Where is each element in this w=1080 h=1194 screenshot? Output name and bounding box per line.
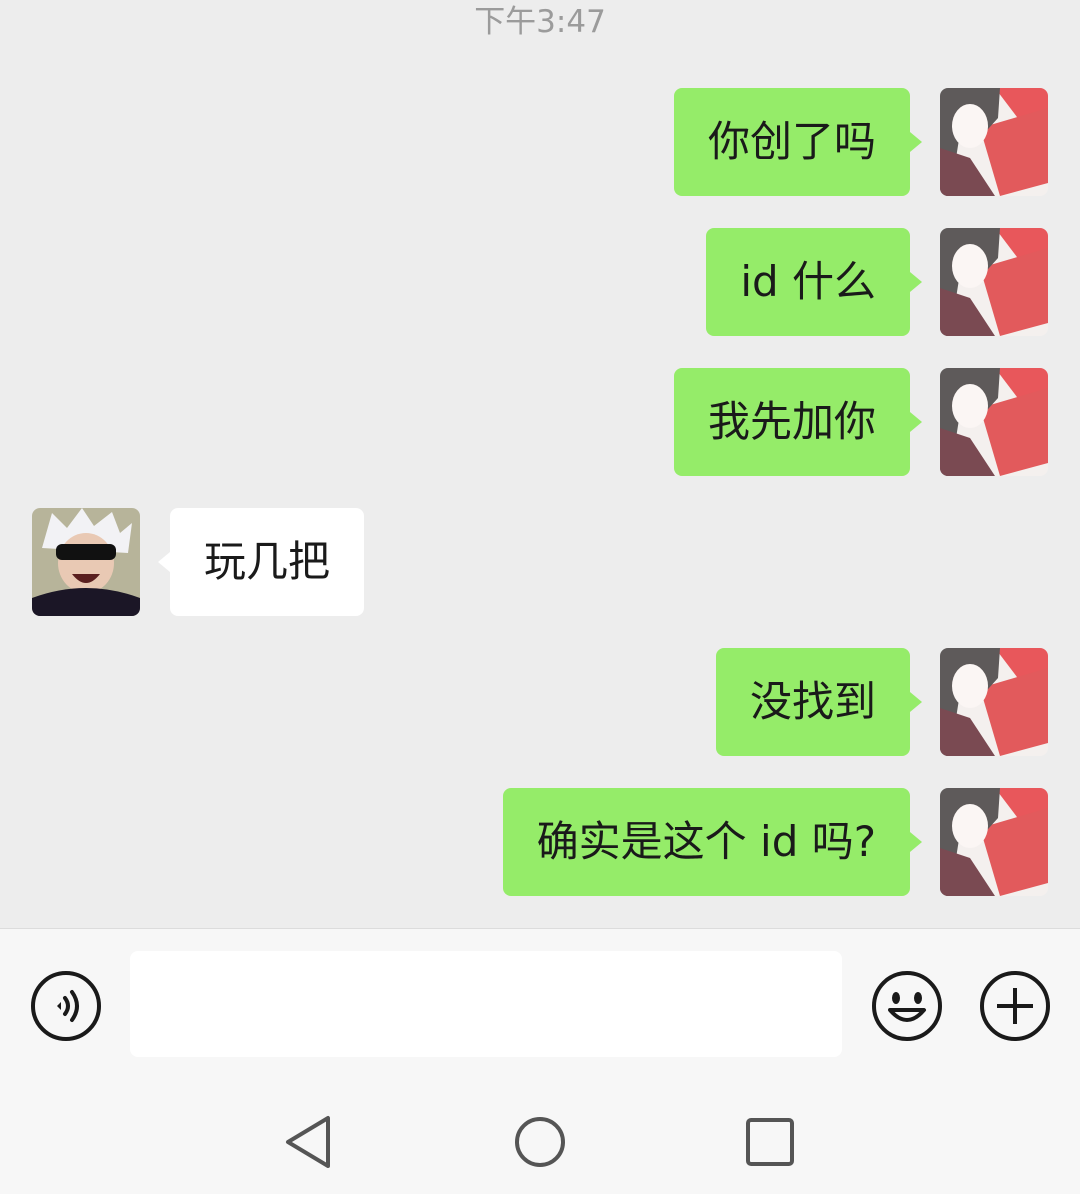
message-input[interactable] [130, 951, 842, 1057]
message-timestamp: 下午3:47 [474, 4, 606, 40]
contact-avatar[interactable] [32, 508, 140, 616]
my-avatar[interactable] [940, 368, 1048, 476]
message-row: 你创了吗 [0, 88, 1080, 196]
plus-icon[interactable] [979, 970, 1051, 1042]
my-avatar[interactable] [940, 88, 1048, 196]
input-toolbar [0, 928, 1080, 1085]
my-avatar[interactable] [940, 788, 1048, 896]
my-avatar[interactable] [940, 648, 1048, 756]
message-row: 玩几把 [0, 508, 1080, 616]
sent-message-bubble[interactable]: 确实是这个 id 吗? [502, 788, 923, 896]
sent-message-bubble[interactable]: id 什么 [706, 228, 922, 336]
nav-back-icon[interactable] [280, 1112, 340, 1172]
message-row: 我先加你 [0, 368, 1080, 476]
chat-area[interactable]: 下午3:47 你创了吗 id 什么 我先加你 玩几把 没找到 确实是这个 id … [0, 0, 1080, 928]
nav-home-icon[interactable] [510, 1112, 570, 1172]
message-row: id 什么 [0, 228, 1080, 336]
message-row: 确实是这个 id 吗? [0, 788, 1080, 896]
voice-icon[interactable] [30, 970, 102, 1042]
received-message-bubble[interactable]: 玩几把 [157, 508, 365, 616]
sent-message-bubble[interactable]: 我先加你 [673, 368, 923, 476]
nav-recents-icon[interactable] [740, 1112, 800, 1172]
system-navigation-bar [0, 1084, 1080, 1194]
my-avatar[interactable] [940, 228, 1048, 336]
sent-message-bubble[interactable]: 你创了吗 [673, 88, 923, 196]
sent-message-bubble[interactable]: 没找到 [715, 648, 923, 756]
emoji-icon[interactable] [871, 970, 943, 1042]
message-row: 没找到 [0, 648, 1080, 756]
